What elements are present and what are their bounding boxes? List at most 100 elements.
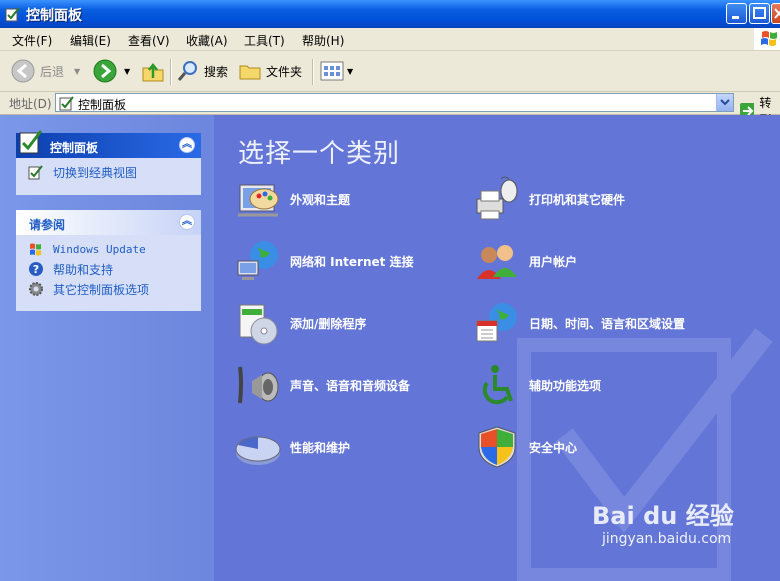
category-sound-label: 声音、语音和音频设备: [290, 378, 411, 393]
classic-view-icon: [28, 165, 43, 180]
see-also-header[interactable]: 请参阅 ︽: [16, 210, 201, 235]
category-appearance[interactable]: 外观和主题: [234, 175, 350, 223]
maximize-button[interactable]: [749, 3, 770, 24]
chevron-down-icon: [720, 99, 730, 106]
accessibility-icon: [482, 365, 513, 405]
address-label: 地址(D): [9, 97, 52, 111]
folders-button[interactable]: 文件夹: [238, 57, 302, 85]
help-support-label: 帮助和支持: [53, 262, 114, 277]
category-accessibility[interactable]: 辅助功能选项: [473, 361, 601, 409]
control-panel-box-title: 控制面板: [50, 141, 99, 155]
task-pane: 控制面板 ︽ 切换到经典视图 请参阅 ︽ Windows Update ? 帮助…: [0, 115, 214, 581]
category-sound[interactable]: 声音、语音和音频设备: [234, 361, 410, 409]
back-dropdown-icon[interactable]: ▼: [74, 67, 80, 76]
address-input[interactable]: 控制面板: [55, 93, 734, 112]
page-title: 选择一个类别: [238, 139, 401, 169]
menu-bar: 文件(F) 编辑(E) 查看(V) 收藏(A) 工具(T) 帮助(H): [0, 28, 780, 51]
control-panel-box: 控制面板 ︽ 切换到经典视图: [16, 130, 201, 195]
close-icon: [774, 8, 780, 19]
title-bar[interactable]: 控制面板: [0, 0, 780, 28]
network-globe-icon: [237, 241, 278, 280]
printer-hardware-icon: [476, 176, 518, 220]
gear-icon: [29, 282, 43, 296]
switch-classic-view-label: 切换到经典视图: [53, 165, 138, 180]
forward-button[interactable]: ▼: [92, 57, 130, 85]
switch-classic-view-link[interactable]: 切换到经典视图: [16, 162, 201, 182]
forward-dropdown-icon[interactable]: ▼: [124, 67, 130, 76]
other-options-link[interactable]: 其它控制面板选项: [16, 279, 201, 299]
category-date-language[interactable]: 日期、时间、语言和区域设置: [473, 299, 685, 347]
control-panel-box-body: 切换到经典视图: [16, 158, 201, 188]
category-network[interactable]: 网络和 Internet 连接: [234, 237, 414, 285]
folder-icon: [239, 65, 261, 80]
category-add-remove[interactable]: 添加/删除程序: [234, 299, 366, 347]
windows-update-label: Windows Update: [53, 242, 146, 256]
see-also-title: 请参阅: [29, 218, 66, 232]
window-title: 控制面板: [26, 8, 82, 24]
category-performance-label: 性能和维护: [290, 440, 351, 455]
address-value: 控制面板: [78, 98, 127, 112]
folders-label: 文件夹: [266, 64, 303, 79]
baidu-url: jingyan.baidu.com: [602, 531, 732, 547]
menu-view[interactable]: 查看(V): [128, 32, 170, 49]
menu-favorites[interactable]: 收藏(A): [186, 32, 228, 49]
add-remove-programs-icon: [239, 304, 278, 345]
control-panel-icon: [5, 7, 20, 22]
date-globe-icon: [476, 303, 517, 342]
see-also-box: 请参阅 ︽ Windows Update ? 帮助和支持 其它控制面板选项: [16, 210, 201, 311]
svg-text:?: ?: [33, 263, 39, 276]
back-button[interactable]: 后退 ▼: [10, 57, 80, 85]
close-button[interactable]: [771, 3, 780, 24]
category-user-accounts[interactable]: 用户帐户: [473, 237, 577, 285]
toolbar-separator: [170, 59, 172, 85]
user-accounts-icon: [477, 245, 517, 279]
baidu-watermark: Bai du 经验 jingyan.baidu.com: [592, 496, 734, 547]
sound-speaker-icon: [238, 366, 279, 404]
collapse-icon[interactable]: ︽: [179, 137, 195, 153]
windows-update-link[interactable]: Windows Update: [16, 239, 201, 259]
menu-tools[interactable]: 工具(T): [244, 32, 285, 49]
performance-pie-icon: [235, 436, 281, 465]
category-appearance-label: 外观和主题: [290, 192, 351, 207]
views-dropdown-icon[interactable]: ▼: [347, 67, 353, 76]
views-button[interactable]: ▼: [320, 57, 353, 85]
menu-help[interactable]: 帮助(H): [302, 32, 344, 49]
category-printers-label: 打印机和其它硬件: [529, 192, 626, 207]
other-options-label: 其它控制面板选项: [53, 282, 150, 297]
up-folder-icon: [142, 62, 164, 82]
appearance-themes-icon: [238, 184, 279, 217]
windows-flag-icon: [761, 31, 777, 46]
windows-update-icon: [30, 243, 41, 256]
maximize-icon: [753, 7, 766, 19]
menu-file[interactable]: 文件(F): [12, 32, 52, 49]
collapse-icon[interactable]: ︽: [179, 214, 195, 230]
control-panel-icon: [59, 96, 74, 111]
baidu-logo: Bai du 经验: [592, 502, 734, 530]
up-folder-button[interactable]: [140, 57, 166, 85]
see-also-body: Windows Update ? 帮助和支持 其它控制面板选项: [16, 235, 201, 305]
category-performance[interactable]: 性能和维护: [234, 423, 350, 471]
category-add-remove-label: 添加/删除程序: [290, 316, 367, 331]
help-icon: ?: [29, 262, 43, 276]
control-panel-box-header[interactable]: 控制面板 ︽: [16, 130, 201, 158]
help-support-link[interactable]: ? 帮助和支持: [16, 259, 201, 279]
category-security-center[interactable]: 安全中心: [473, 423, 577, 471]
category-printers[interactable]: 打印机和其它硬件: [473, 175, 625, 223]
search-label: 搜索: [204, 64, 229, 79]
search-button[interactable]: 搜索: [176, 57, 228, 85]
category-security-center-label: 安全中心: [529, 440, 578, 455]
menu-edit[interactable]: 编辑(E): [70, 32, 111, 49]
security-shield-icon: [478, 426, 516, 468]
back-arrow-icon: [11, 59, 35, 83]
forward-arrow-icon: [93, 59, 117, 83]
address-dropdown-button[interactable]: [716, 94, 733, 111]
toolbar: 后退 ▼ ▼ 搜索 文件夹 ▼: [0, 51, 780, 92]
back-label: 后退: [40, 64, 65, 79]
category-accessibility-label: 辅助功能选项: [529, 378, 602, 393]
toolbar-separator: [312, 59, 314, 85]
minimize-button[interactable]: [726, 3, 747, 24]
views-grid-icon: [320, 61, 344, 81]
windows-logo: [754, 28, 780, 50]
category-network-label: 网络和 Internet 连接: [290, 254, 414, 269]
category-user-accounts-label: 用户帐户: [529, 254, 578, 269]
